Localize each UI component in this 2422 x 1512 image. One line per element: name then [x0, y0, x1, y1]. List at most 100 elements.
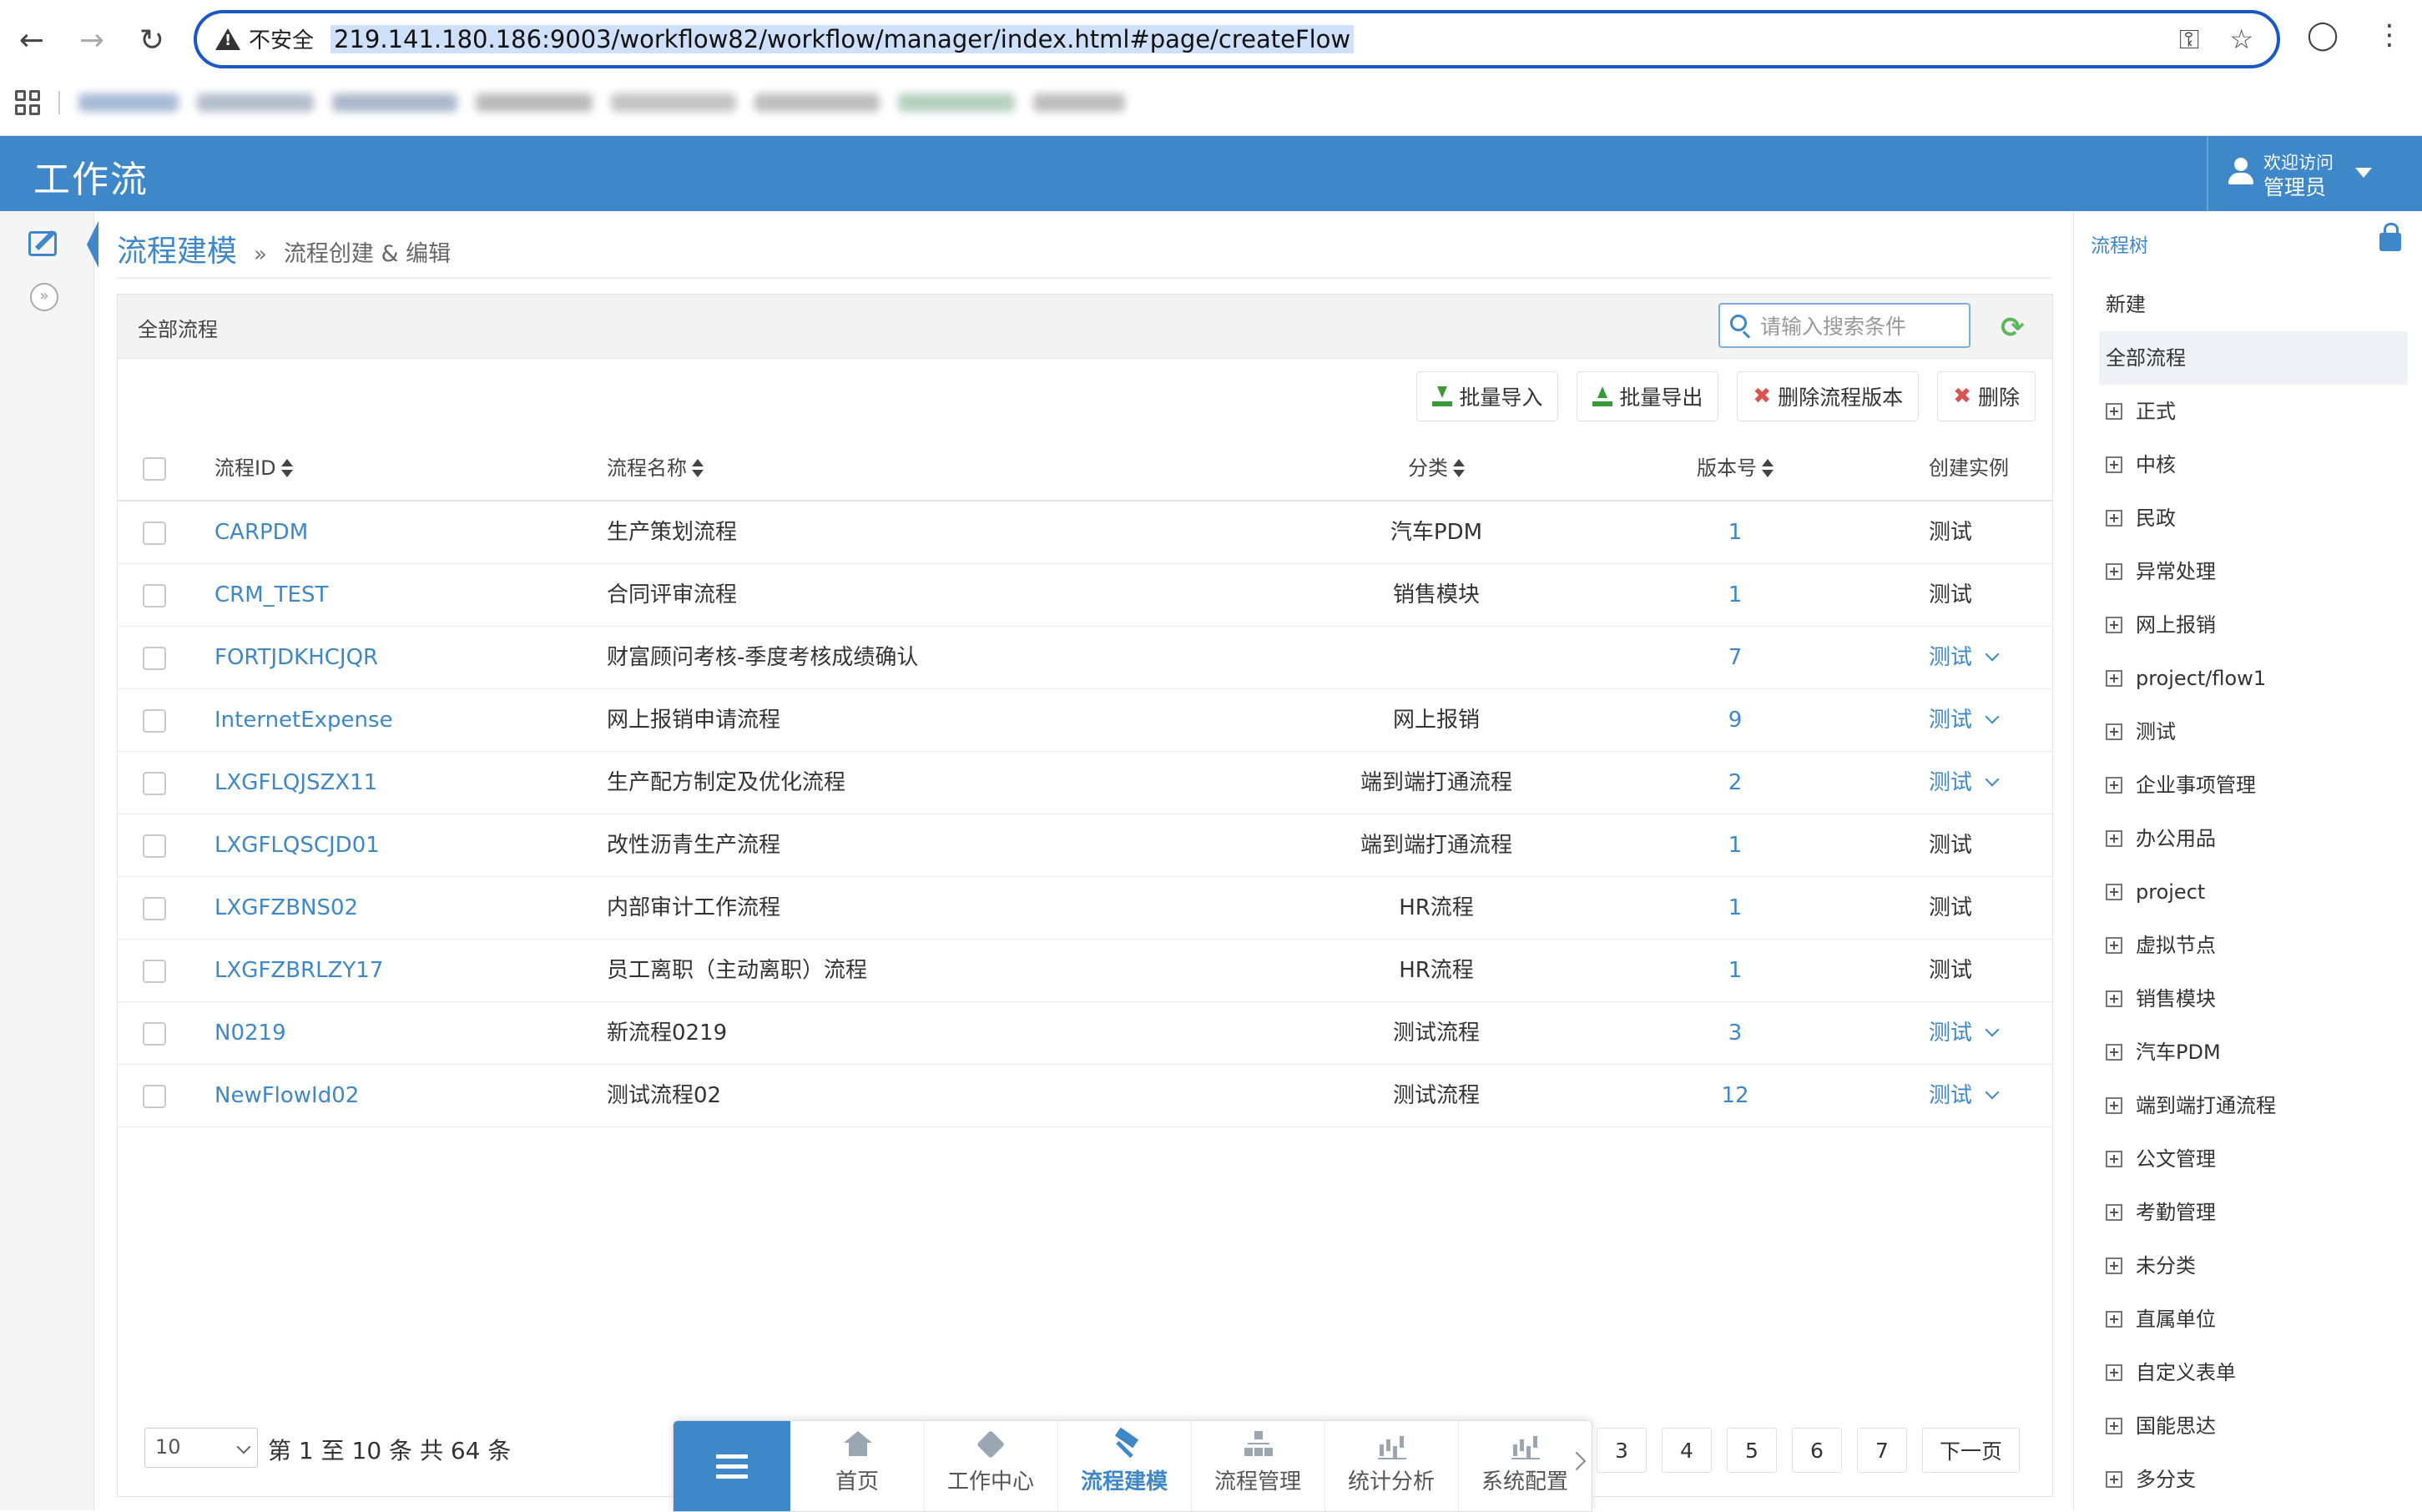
edit-nav-item[interactable]: [0, 211, 98, 278]
tree-node[interactable]: 端到端打通流程: [2099, 1079, 2408, 1132]
flow-id-link[interactable]: CRM_TEST: [214, 564, 328, 626]
search-input[interactable]: [1758, 311, 1962, 341]
tree-node[interactable]: 办公用品: [2099, 812, 2408, 865]
create-instance-action[interactable]: 测试: [1929, 689, 2000, 751]
flow-id-link[interactable]: N0219: [214, 1002, 286, 1064]
tree-node[interactable]: 民政: [2099, 491, 2408, 545]
search-box[interactable]: [1718, 303, 1970, 348]
table-row[interactable]: FORTJDKHCJQR 财富顾问考核-季度考核成绩确认 7 测试: [118, 627, 2052, 689]
expand-plus-icon[interactable]: [2106, 1204, 2122, 1221]
create-instance-action[interactable]: 测试: [1929, 940, 1972, 1001]
row-checkbox[interactable]: [143, 896, 166, 920]
more-menu-icon[interactable]: ⋮: [2375, 18, 2404, 52]
bookmark-item[interactable]: [754, 93, 880, 112]
flow-id-link[interactable]: LXGFLQSCJD01: [214, 814, 380, 876]
flow-id-link[interactable]: LXGFZBNS02: [214, 877, 358, 939]
key-icon[interactable]: ⚿: [2179, 23, 2199, 56]
menu-icon[interactable]: [674, 1421, 790, 1511]
expand-plus-icon[interactable]: [2106, 1044, 2122, 1061]
tree-node[interactable]: 考勤管理: [2099, 1186, 2408, 1239]
row-checkbox[interactable]: [143, 771, 166, 795]
breadcrumb-main[interactable]: 流程建模: [117, 227, 237, 270]
flow-id-link[interactable]: NewFlowId02: [214, 1065, 359, 1126]
bookmark-item[interactable]: [78, 93, 179, 112]
table-row[interactable]: CARPDM 生产策划流程 汽车PDM 1 测试: [118, 501, 2052, 564]
header-category[interactable]: 分类: [1228, 436, 1645, 500]
dock-item-statistics[interactable]: 统计分析: [1325, 1421, 1459, 1511]
create-instance-action[interactable]: 测试: [1929, 1002, 2000, 1064]
tree-node[interactable]: 异常处理: [2099, 545, 2408, 598]
header-version[interactable]: 版本号: [1610, 436, 1860, 500]
tree-node[interactable]: 销售模块: [2099, 972, 2408, 1026]
page-button[interactable]: 5: [1727, 1428, 1777, 1473]
tree-item-new[interactable]: 新建: [2099, 278, 2408, 331]
row-checkbox[interactable]: [143, 1084, 166, 1108]
expand-plus-icon[interactable]: [2106, 990, 2122, 1007]
expand-plus-icon[interactable]: [2106, 1097, 2122, 1114]
table-row[interactable]: LXGFLQSCJD01 改性沥青生产流程 端到端打通流程 1 测试: [118, 814, 2052, 877]
row-checkbox[interactable]: [143, 646, 166, 670]
bookmark-item[interactable]: [197, 93, 314, 112]
expand-plus-icon[interactable]: [2106, 1257, 2122, 1274]
tree-node[interactable]: 网上报销: [2099, 598, 2408, 652]
version-link[interactable]: 1: [1610, 564, 1860, 626]
expand-plus-icon[interactable]: [2106, 1151, 2122, 1167]
tree-node[interactable]: 企业事项管理: [2099, 759, 2408, 812]
header-flow-id[interactable]: 流程ID: [214, 436, 293, 500]
refresh-icon[interactable]: ⟳: [2001, 311, 2025, 345]
dock-item-process-management[interactable]: 流程管理: [1191, 1421, 1325, 1511]
table-row[interactable]: N0219 新流程0219 测试流程 3 测试: [118, 1002, 2052, 1065]
delete-button[interactable]: ✖ 删除: [1937, 371, 2036, 421]
create-instance-action[interactable]: 测试: [1929, 877, 1972, 939]
version-link[interactable]: 1: [1610, 877, 1860, 939]
expand-sidebar-icon[interactable]: »: [30, 283, 58, 311]
bookmark-item[interactable]: [898, 93, 1015, 112]
row-checkbox[interactable]: [143, 708, 166, 733]
back-arrow-icon[interactable]: ←: [10, 18, 53, 62]
reload-icon[interactable]: ↻: [130, 18, 174, 62]
tree-node[interactable]: 未分类: [2099, 1239, 2408, 1293]
tree-node[interactable]: project: [2099, 865, 2408, 919]
tree-node[interactable]: 虚拟节点: [2099, 919, 2408, 972]
page-size-select[interactable]: 10: [144, 1428, 258, 1468]
row-checkbox[interactable]: [143, 1021, 166, 1046]
expand-plus-icon[interactable]: [2106, 1418, 2122, 1434]
expand-plus-icon[interactable]: [2106, 830, 2122, 847]
table-row[interactable]: LXGFZBRLZY17 员工离职（主动离职）流程 HR流程 1 测试: [118, 940, 2052, 1002]
expand-plus-icon[interactable]: [2106, 670, 2122, 687]
page-button[interactable]: 6: [1792, 1428, 1842, 1473]
bookmark-item[interactable]: [1033, 93, 1125, 112]
version-link[interactable]: 1: [1610, 814, 1860, 876]
flow-id-link[interactable]: LXGFZBRLZY17: [214, 940, 383, 1001]
lock-icon[interactable]: [2379, 223, 2401, 251]
next-page-button[interactable]: 下一页: [1922, 1428, 2021, 1473]
version-link[interactable]: 3: [1610, 1002, 1860, 1064]
row-checkbox[interactable]: [143, 583, 166, 607]
table-row[interactable]: LXGFLQJSZX11 生产配方制定及优化流程 端到端打通流程 2 测试: [118, 752, 2052, 814]
create-instance-action[interactable]: 测试: [1929, 564, 1972, 626]
row-checkbox[interactable]: [143, 959, 166, 983]
select-all-checkbox[interactable]: [143, 457, 166, 481]
tree-node[interactable]: 汽车PDM: [2099, 1026, 2408, 1079]
version-link[interactable]: 12: [1610, 1065, 1860, 1126]
flow-id-link[interactable]: InternetExpense: [214, 689, 393, 751]
tree-node[interactable]: 公文管理: [2099, 1132, 2408, 1186]
batch-export-button[interactable]: 批量导出: [1577, 371, 1719, 421]
dock-item-work-center[interactable]: 工作中心: [924, 1421, 1058, 1511]
row-checkbox[interactable]: [143, 834, 166, 858]
page-button[interactable]: 7: [1857, 1428, 1907, 1473]
expand-plus-icon[interactable]: [2106, 723, 2122, 740]
expand-plus-icon[interactable]: [2106, 777, 2122, 794]
security-indicator[interactable]: 不安全: [215, 23, 314, 54]
expand-plus-icon[interactable]: [2106, 456, 2122, 473]
flow-id-link[interactable]: LXGFLQJSZX11: [214, 752, 377, 814]
tree-node[interactable]: 正式: [2099, 385, 2408, 438]
tree-node[interactable]: 国能思达: [2099, 1399, 2408, 1453]
tree-node[interactable]: 直属单位: [2099, 1293, 2408, 1346]
page-button[interactable]: 3: [1597, 1428, 1647, 1473]
version-link[interactable]: 7: [1610, 627, 1860, 688]
flow-id-link[interactable]: CARPDM: [214, 501, 308, 563]
bookmark-item[interactable]: [611, 93, 736, 112]
expand-plus-icon[interactable]: [2106, 937, 2122, 954]
profile-icon[interactable]: ◯: [2307, 18, 2339, 52]
